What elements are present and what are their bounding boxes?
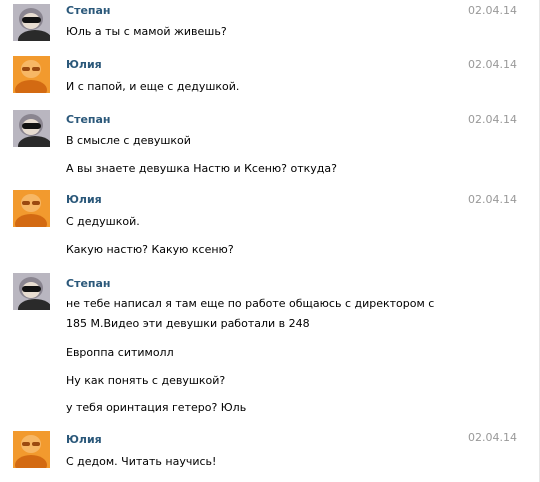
message-date[interactable]: 02.04.14: [468, 58, 517, 72]
message-date[interactable]: 02.04.14: [468, 113, 517, 127]
stepan-avatar[interactable]: [13, 4, 50, 41]
stepan-avatar[interactable]: [13, 110, 50, 147]
message-text: И с папой, и еще с дедушкой.: [66, 80, 240, 93]
yulia-avatar[interactable]: [13, 431, 50, 468]
message-text: А вы знаете девушка Настю и Ксеню? откуд…: [66, 162, 337, 175]
message-text: С дедом. Читать научись!: [66, 455, 217, 468]
message-date[interactable]: 02.04.14: [468, 4, 517, 18]
message-author[interactable]: Юлия: [66, 433, 102, 447]
yulia-avatar[interactable]: [13, 56, 50, 93]
message-text: у тебя оринтация гетеро? Юль: [66, 401, 247, 414]
message-author[interactable]: Степан: [66, 4, 111, 18]
message-author[interactable]: Юлия: [66, 193, 102, 207]
message-text: С дедушкой.: [66, 215, 140, 228]
message-text: не тебе написал я там еще по работе обща…: [66, 297, 435, 310]
message-text: 185 М.Видео эти девушки работали в 248: [66, 317, 310, 330]
message-text: Европпа ситимолл: [66, 346, 174, 359]
message-text: Юль а ты с мамой живешь?: [66, 25, 227, 38]
message-author[interactable]: Степан: [66, 113, 111, 127]
message-text: Какую настю? Какую ксеню?: [66, 243, 234, 256]
stepan-avatar[interactable]: [13, 273, 50, 310]
message-author[interactable]: Юлия: [66, 58, 102, 72]
message-text: В смысле с девушкой: [66, 134, 191, 147]
message-text: Ну как понять с девушкой?: [66, 374, 226, 387]
yulia-avatar[interactable]: [13, 190, 50, 227]
message-date[interactable]: 02.04.14: [468, 193, 517, 207]
message-date[interactable]: 02.04.14: [468, 431, 517, 445]
message-author[interactable]: Степан: [66, 277, 111, 291]
